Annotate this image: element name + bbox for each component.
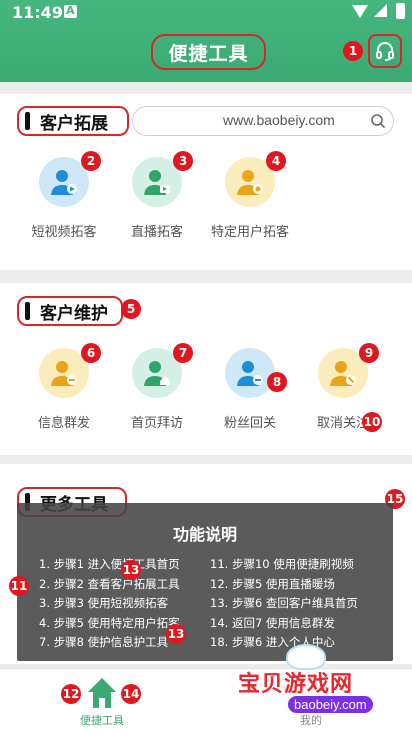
tool-target-user[interactable]: 特定用户拓客 [205, 157, 295, 240]
watermark-url: baobeiy.com [288, 696, 373, 713]
annotation-badge: 14 [121, 684, 141, 704]
annotation-badge: 13 [166, 624, 186, 644]
search-icon[interactable] [370, 113, 386, 129]
feature-description-overlay: 功能说明 1. 步骤1 进入便捷工具首页 2. 步骤2 查看客户拓展工具 3. … [17, 503, 393, 661]
tool-label: 首页拜访 [130, 416, 183, 431]
overlay-step: 1. 步骤1 进入便捷工具首页 [39, 557, 180, 571]
search-url-text: www.baobeiy.com [223, 112, 335, 128]
annotation-badge: 13 [121, 560, 141, 580]
annotation-badge: 5 [121, 299, 141, 319]
overlay-step: 4. 步骤5 使用特定用户拓客 [39, 615, 180, 630]
home-icon [88, 678, 116, 708]
overlay-title: 功能说明 [172, 525, 237, 544]
page-title: 便捷工具 [168, 42, 249, 65]
overlay-left-steps: 1. 步骤1 进入便捷工具首页 2. 步骤2 查看客户拓展工具 3. 步骤3 使… [39, 555, 180, 653]
annotation-badge: 1 [343, 41, 363, 61]
section-title: 客户拓展 [40, 113, 108, 134]
section-marker [25, 112, 30, 130]
overlay-step: 11. 步骤10 使用便捷刷视频 [210, 557, 354, 571]
annotation-badge: 7 [173, 343, 193, 363]
overlay-step: 7. 步骤8 使护信息护工具 [39, 635, 169, 649]
tool-label: 短视频拓客 [31, 225, 97, 240]
annotation-badge: 2 [81, 151, 101, 171]
tool-label: 特定用户拓客 [210, 225, 289, 240]
section-header-expand: 客户拓展 [17, 106, 129, 136]
annotation-badge: 3 [173, 151, 193, 171]
nav-home-label: 便捷工具 [80, 714, 124, 727]
headset-icon [376, 42, 394, 61]
overlay-step: 2. 步骤2 查看客户拓展工具 [39, 576, 180, 591]
signal-icon [374, 4, 387, 17]
section-header-maintain: 客户维护 [17, 296, 123, 326]
notification-a-icon [64, 4, 77, 18]
annotation-badge: 10 [362, 412, 382, 432]
annotation-badge: 12 [61, 684, 81, 704]
overlay-step: 3. 步骤3 使用短视频拓客 [39, 596, 169, 610]
annotation-badge: 6 [81, 343, 101, 363]
overlay-right-steps: 11. 步骤10 使用便捷刷视频 12. 步骤5 使用直播暖场 13. 步骤6 … [210, 555, 358, 653]
tool-live[interactable]: 直播拓客 [112, 157, 202, 240]
watermark-text: 宝贝游戏网 [238, 671, 354, 697]
user-follow-icon [225, 348, 275, 398]
overlay-step: 12. 步骤5 使用直播暖场 [210, 576, 335, 591]
tool-label: 信息群发 [37, 416, 90, 431]
overlay-step: 13. 步骤6 查回客户维具首页 [210, 596, 358, 610]
annotation-badge: 8 [267, 372, 287, 392]
search-input[interactable]: www.baobeiy.com [132, 106, 394, 136]
overlay-step: 14. 返回7 使用信息群发 [210, 615, 335, 630]
wifi-icon [352, 5, 368, 18]
section-marker [25, 302, 30, 320]
battery-icon [396, 3, 405, 19]
annotation-badge: 4 [266, 151, 286, 171]
tool-label: 直播拓客 [130, 225, 183, 240]
status-time: 11:49 [12, 3, 63, 22]
status-bar: 11:49 [0, 0, 412, 26]
site-watermark: 宝贝游戏网 baobeiy.com [238, 644, 410, 722]
section-title: 客户维护 [40, 303, 108, 324]
annotation-badge: 11 [9, 576, 29, 596]
customer-service-button[interactable] [368, 34, 402, 68]
tool-label: 粉丝回关 [223, 416, 276, 431]
page-title-highlight: 便捷工具 [151, 34, 266, 70]
annotation-badge: 9 [359, 343, 379, 363]
